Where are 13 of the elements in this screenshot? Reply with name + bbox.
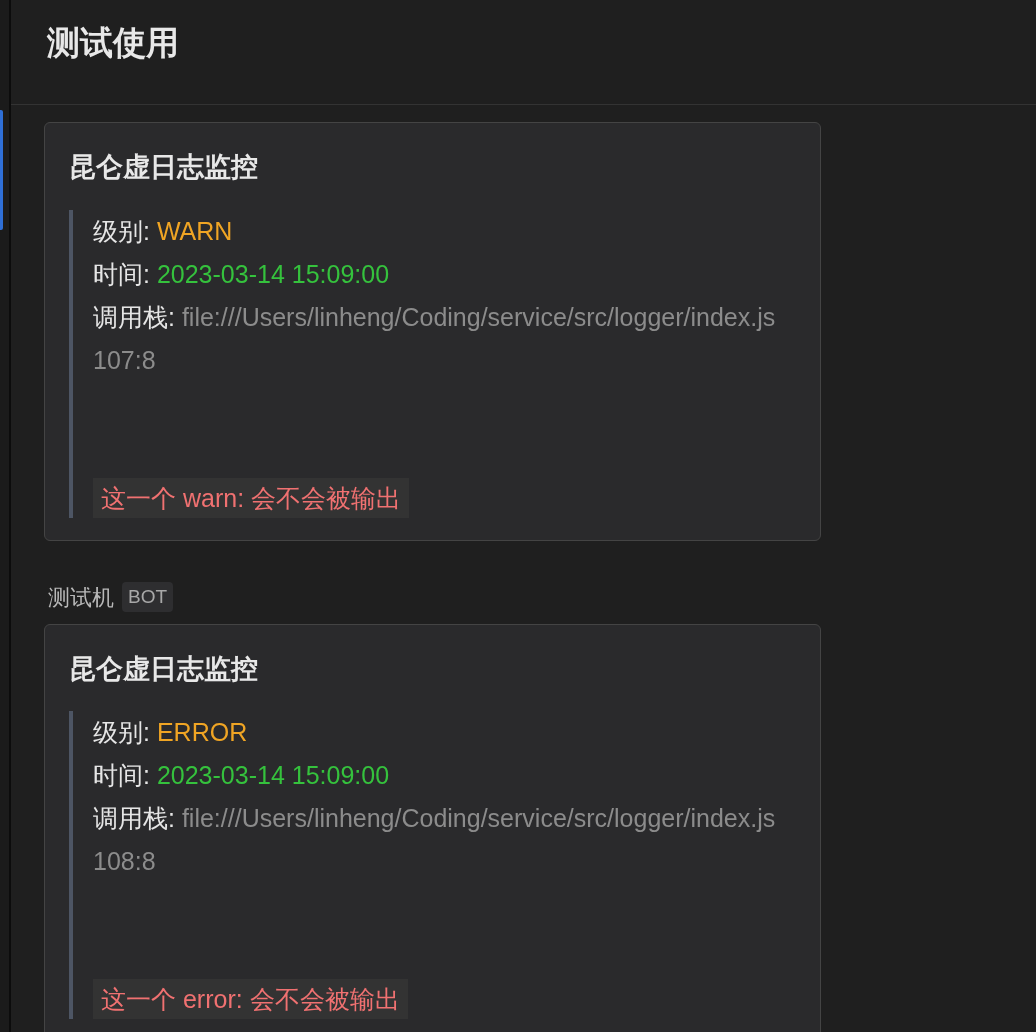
field-line: 调用栈: file:///Users/linheng/Coding/service/src/logger/index.js 107:8 (93, 301, 777, 376)
sender-name: 测试机 (48, 583, 114, 612)
field-line: 级别: WARN (93, 215, 234, 247)
chat-title: 测试使用 (47, 23, 179, 63)
code-text: 这一个 warn: 会不会被输出 (93, 477, 410, 518)
field-line: 时间: 2023-03-14 15:09:00 (93, 760, 391, 791)
field-line: 级别: ERROR (93, 717, 249, 748)
code-text: 这一个 error: 会不会被输出 (93, 979, 408, 1019)
field-line: 时间: 2023-03-14 15:09:00 (93, 258, 391, 290)
bot-tag: BOT (122, 581, 174, 613)
card-title: 昆仑虚日志监控 (69, 652, 259, 686)
field-line: 调用栈: file:///Users/linheng/Coding/service/src/logger/index.js 108:8 (93, 803, 777, 877)
card-title: 昆仑虚日志监控 (69, 151, 259, 184)
